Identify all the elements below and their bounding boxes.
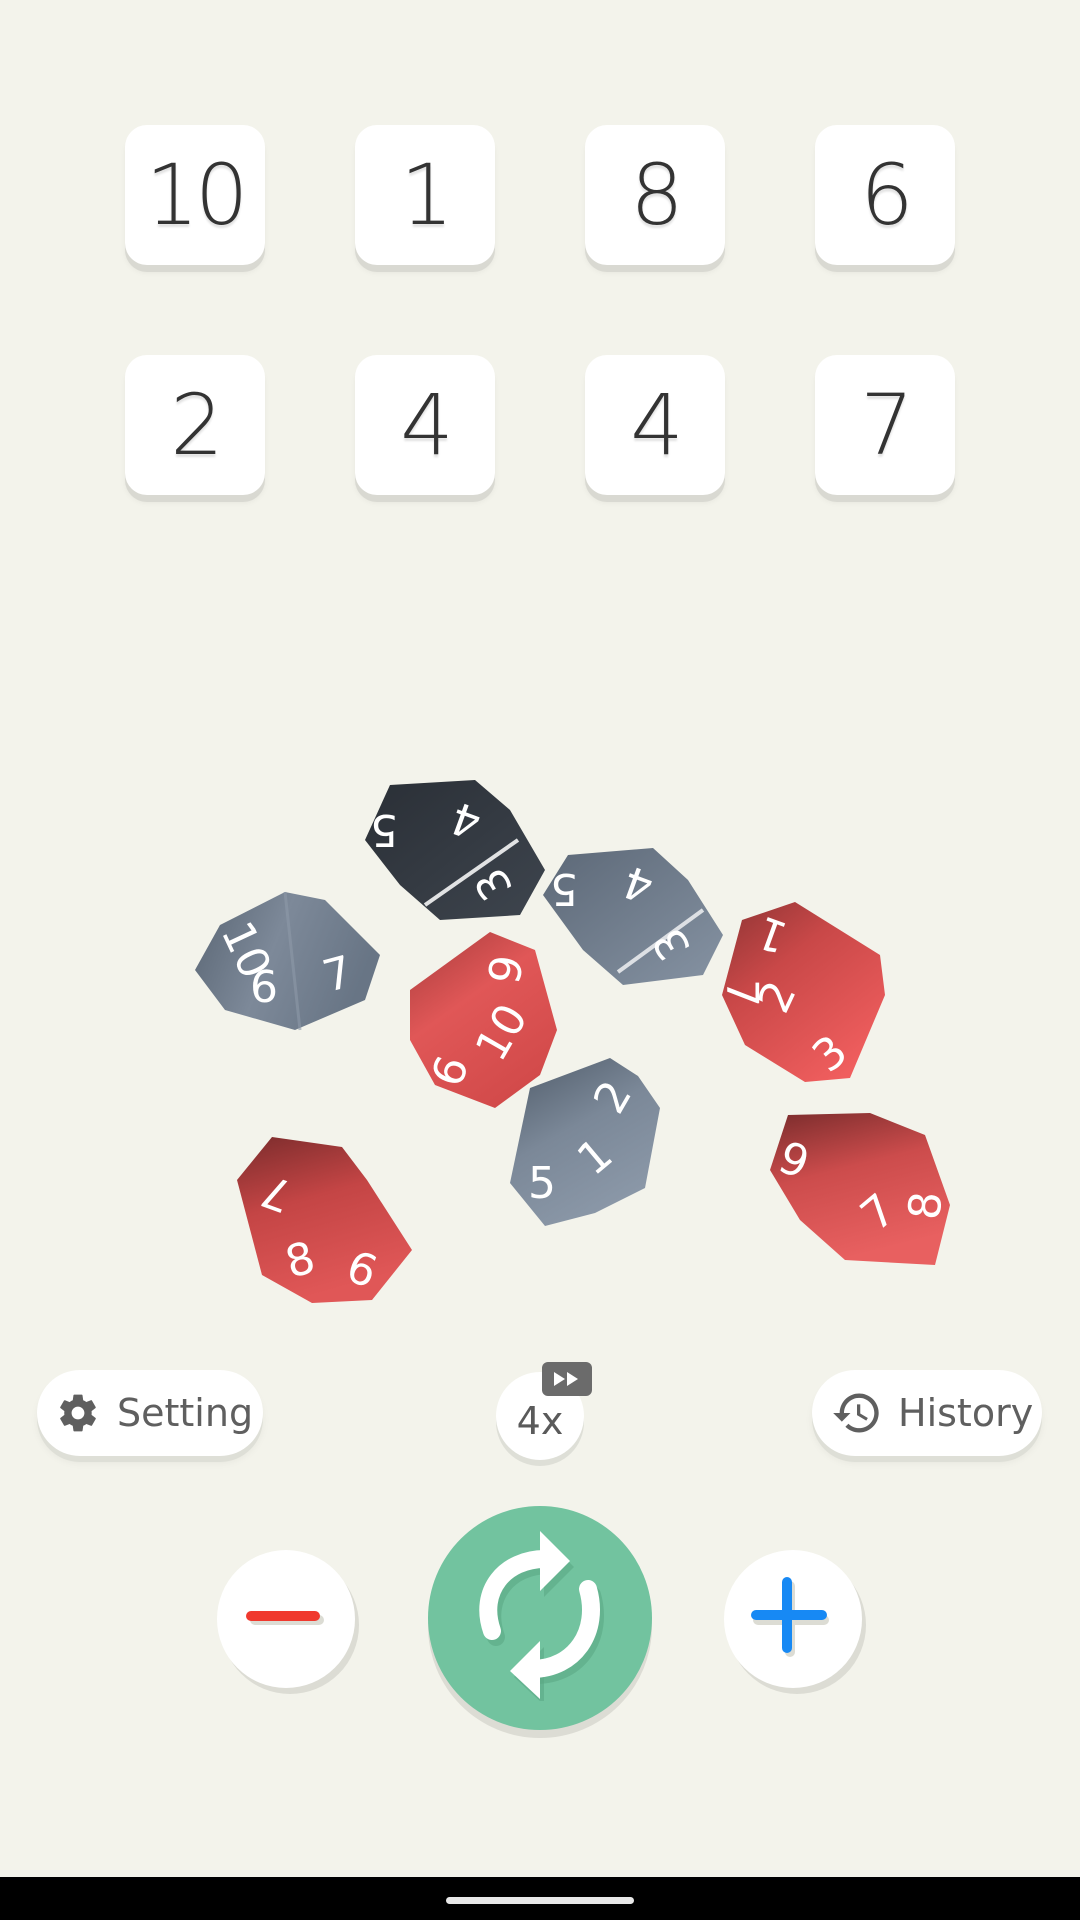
die[interactable]: 7 8 9 xyxy=(232,1135,417,1319)
dice-roller-screen: 10 1 8 6 2 4 4 7 10 6 7 5 4 3 9 10 6 5 4… xyxy=(0,0,1080,1920)
die-face-number: 6 xyxy=(250,962,278,1013)
die[interactable]: 5 4 3 xyxy=(360,775,550,929)
history-icon xyxy=(828,1388,886,1438)
system-navigation-bar xyxy=(0,1877,1080,1920)
die-face-number: 7 xyxy=(716,979,767,1007)
die-face-number: 8 xyxy=(899,1189,952,1221)
result-tile: 6 xyxy=(815,125,955,265)
die[interactable]: 10 6 7 xyxy=(185,880,385,1064)
speed-label: 4x xyxy=(516,1399,564,1443)
result-tile: 7 xyxy=(815,355,955,495)
add-die-button[interactable] xyxy=(724,1550,862,1688)
history-label: History xyxy=(898,1391,1034,1435)
die[interactable]: 1 2 3 7 xyxy=(716,900,890,1094)
result-tile: 10 xyxy=(125,125,265,265)
plus-icon xyxy=(751,1575,835,1663)
setting-label: Setting xyxy=(117,1391,254,1435)
die-face-number: 5 xyxy=(370,804,398,855)
result-tile: 4 xyxy=(585,355,725,495)
remove-die-button[interactable] xyxy=(217,1550,355,1688)
result-tile: 8 xyxy=(585,125,725,265)
home-gesture-handle[interactable] xyxy=(446,1897,634,1904)
gear-icon xyxy=(53,1388,103,1438)
die[interactable]: 5 4 3 xyxy=(538,840,728,994)
result-tile: 4 xyxy=(355,355,495,495)
minus-icon xyxy=(246,1607,326,1631)
result-tile: 2 xyxy=(125,355,265,495)
roll-button[interactable] xyxy=(428,1506,652,1730)
die[interactable]: 2 1 5 xyxy=(510,1058,685,1237)
result-tile: 1 xyxy=(355,125,495,265)
fast-forward-icon xyxy=(542,1362,592,1396)
history-button[interactable]: History xyxy=(812,1370,1042,1456)
refresh-icon xyxy=(470,1531,610,1705)
setting-button[interactable]: Setting xyxy=(37,1370,263,1456)
die-face-number: 5 xyxy=(550,863,578,914)
dice-tray[interactable]: 10 6 7 5 4 3 9 10 6 5 4 3 1 2 3 7 2 1 5 … xyxy=(0,740,1080,1340)
die[interactable]: 6 7 8 xyxy=(770,1110,952,1274)
die-face-number: 5 xyxy=(528,1158,556,1209)
